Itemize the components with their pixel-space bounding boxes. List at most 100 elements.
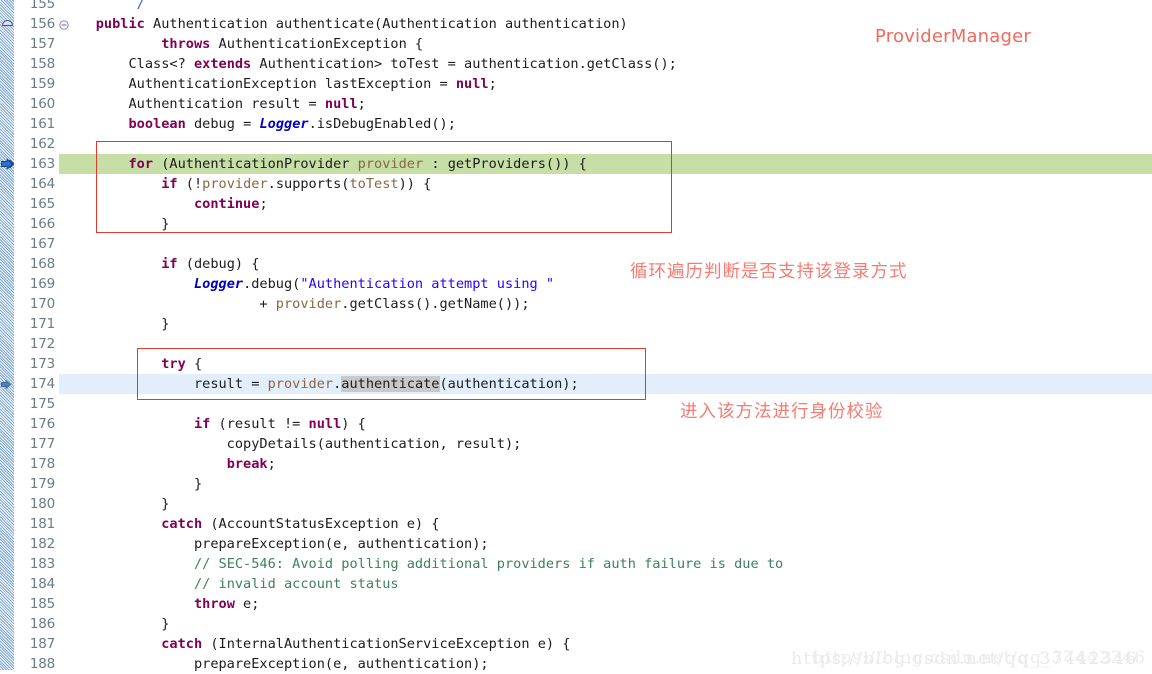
code-token: throws bbox=[161, 36, 211, 52]
code-line[interactable]: } bbox=[59, 494, 169, 514]
line-number: 167 bbox=[29, 236, 55, 252]
code-token: catch bbox=[161, 516, 203, 532]
code-token: Authentication result = bbox=[63, 96, 325, 112]
line-number: 186 bbox=[29, 616, 55, 632]
code-token: catch bbox=[161, 636, 203, 652]
code-line[interactable]: catch (AccountStatusException e) { bbox=[59, 514, 439, 534]
code-line[interactable]: throw e; bbox=[59, 594, 259, 614]
code-token: / bbox=[136, 0, 145, 12]
code-token: } bbox=[63, 316, 170, 332]
code-token: Logger bbox=[259, 116, 309, 132]
code-line[interactable]: continue; bbox=[59, 194, 268, 214]
code-line[interactable]: prepareException(e, authentication); bbox=[59, 654, 489, 674]
code-line[interactable]: catch (InternalAuthenticationServiceExce… bbox=[59, 634, 570, 654]
code-line[interactable] bbox=[59, 134, 63, 154]
code-token: } bbox=[63, 476, 203, 492]
code-token: Authentication authenticate(Authenticati… bbox=[144, 16, 628, 32]
code-line[interactable] bbox=[59, 394, 63, 414]
code-token: provider bbox=[357, 156, 424, 172]
code-line[interactable]: } bbox=[59, 614, 169, 634]
debug-stack-frame-icon[interactable] bbox=[1, 379, 14, 399]
code-line[interactable]: public Authentication authenticate(Authe… bbox=[59, 14, 628, 34]
line-number: 173 bbox=[29, 356, 55, 372]
annotation-ruler[interactable] bbox=[0, 0, 14, 670]
code-token: (AuthenticationProvider bbox=[153, 156, 358, 172]
code-line[interactable]: copyDetails(authentication, result); bbox=[59, 434, 522, 454]
line-number: 158 bbox=[29, 56, 55, 72]
code-line[interactable]: } bbox=[59, 314, 169, 334]
code-line[interactable]: Authentication result = null; bbox=[59, 94, 365, 114]
code-token: if bbox=[161, 176, 178, 192]
code-token: )) { bbox=[398, 176, 432, 192]
code-line[interactable]: if (!provider.supports(toTest)) { bbox=[59, 174, 431, 194]
code-token: .isDebugEnabled(); bbox=[308, 116, 456, 132]
line-number: 161 bbox=[29, 116, 55, 132]
code-token: // SEC-546: Avoid polling additional pro… bbox=[193, 556, 784, 572]
code-line[interactable]: // invalid account status bbox=[59, 574, 399, 594]
code-token: (authentication); bbox=[439, 376, 579, 392]
code-line[interactable]: } bbox=[59, 474, 202, 494]
code-line[interactable]: try { bbox=[59, 354, 202, 374]
code-line[interactable]: / bbox=[59, 0, 145, 14]
code-line[interactable]: boolean debug = Logger.isDebugEnabled(); bbox=[59, 114, 456, 134]
code-token: result = bbox=[63, 376, 268, 392]
code-token: ; bbox=[267, 456, 276, 472]
line-number: 166 bbox=[29, 216, 55, 232]
code-line[interactable]: Logger.debug("Authentication attempt usi… bbox=[59, 274, 554, 294]
code-token: // invalid account status bbox=[193, 576, 399, 592]
line-number: 168 bbox=[29, 256, 55, 272]
code-line[interactable]: AuthenticationException lastException = … bbox=[59, 74, 496, 94]
code-token: .debug( bbox=[243, 276, 301, 292]
code-token: (result != bbox=[210, 416, 309, 432]
code-line[interactable]: for (AuthenticationProvider provider : g… bbox=[59, 154, 586, 174]
code-line[interactable]: } bbox=[59, 214, 169, 234]
code-editor[interactable]: / public Authentication authenticate(Aut… bbox=[0, 0, 1152, 672]
code-line[interactable]: result = provider.authenticate(authentic… bbox=[59, 374, 579, 394]
line-number: 155 bbox=[29, 0, 55, 12]
code-line[interactable]: if (result != null) { bbox=[59, 414, 366, 434]
line-number: 188 bbox=[29, 656, 55, 672]
code-token: for bbox=[128, 156, 154, 172]
code-token: continue bbox=[193, 196, 260, 212]
code-line[interactable]: prepareException(e, authentication); bbox=[59, 534, 489, 554]
code-token: { bbox=[185, 356, 203, 372]
line-number: 164 bbox=[29, 176, 55, 192]
code-token: (InternalAuthenticationServiceException … bbox=[202, 636, 571, 652]
line-number: 176 bbox=[29, 416, 55, 432]
debug-current-instruction-icon[interactable] bbox=[1, 157, 15, 177]
code-token: provider bbox=[275, 296, 342, 312]
provider-manager-label: ProviderManager bbox=[875, 26, 1032, 47]
code-line[interactable]: Class<? extends Authentication> toTest =… bbox=[59, 54, 677, 74]
code-token: copyDetails(authentication, result); bbox=[63, 436, 522, 452]
code-token: Authentication> toTest = authentication.… bbox=[251, 56, 677, 72]
code-token: null bbox=[324, 96, 358, 112]
code-token: AuthenticationException lastException = bbox=[63, 76, 456, 92]
code-line[interactable] bbox=[59, 234, 63, 254]
code-token: prepareException(e, authentication); bbox=[63, 536, 489, 552]
line-number: 159 bbox=[29, 76, 55, 92]
code-token: break bbox=[226, 456, 268, 472]
code-line[interactable]: break; bbox=[59, 454, 276, 474]
code-token: extends bbox=[193, 56, 252, 72]
line-number: 183 bbox=[29, 556, 55, 572]
code-line[interactable]: // SEC-546: Avoid polling additional pro… bbox=[59, 554, 783, 574]
code-line[interactable]: + provider.getClass().getName()); bbox=[59, 294, 529, 314]
code-line[interactable]: throws AuthenticationException { bbox=[59, 34, 423, 54]
enter-method-label: 进入该方法进行身份校验 bbox=[680, 402, 884, 422]
code-line[interactable]: if (debug) { bbox=[59, 254, 259, 274]
fold-collapse-icon[interactable] bbox=[58, 14, 70, 34]
code-token: provider bbox=[202, 176, 268, 192]
bookmark-icon[interactable] bbox=[1, 16, 14, 36]
code-token: } bbox=[63, 496, 170, 512]
code-line[interactable] bbox=[59, 334, 63, 354]
code-text-area[interactable]: / public Authentication authenticate(Aut… bbox=[59, 0, 1152, 672]
